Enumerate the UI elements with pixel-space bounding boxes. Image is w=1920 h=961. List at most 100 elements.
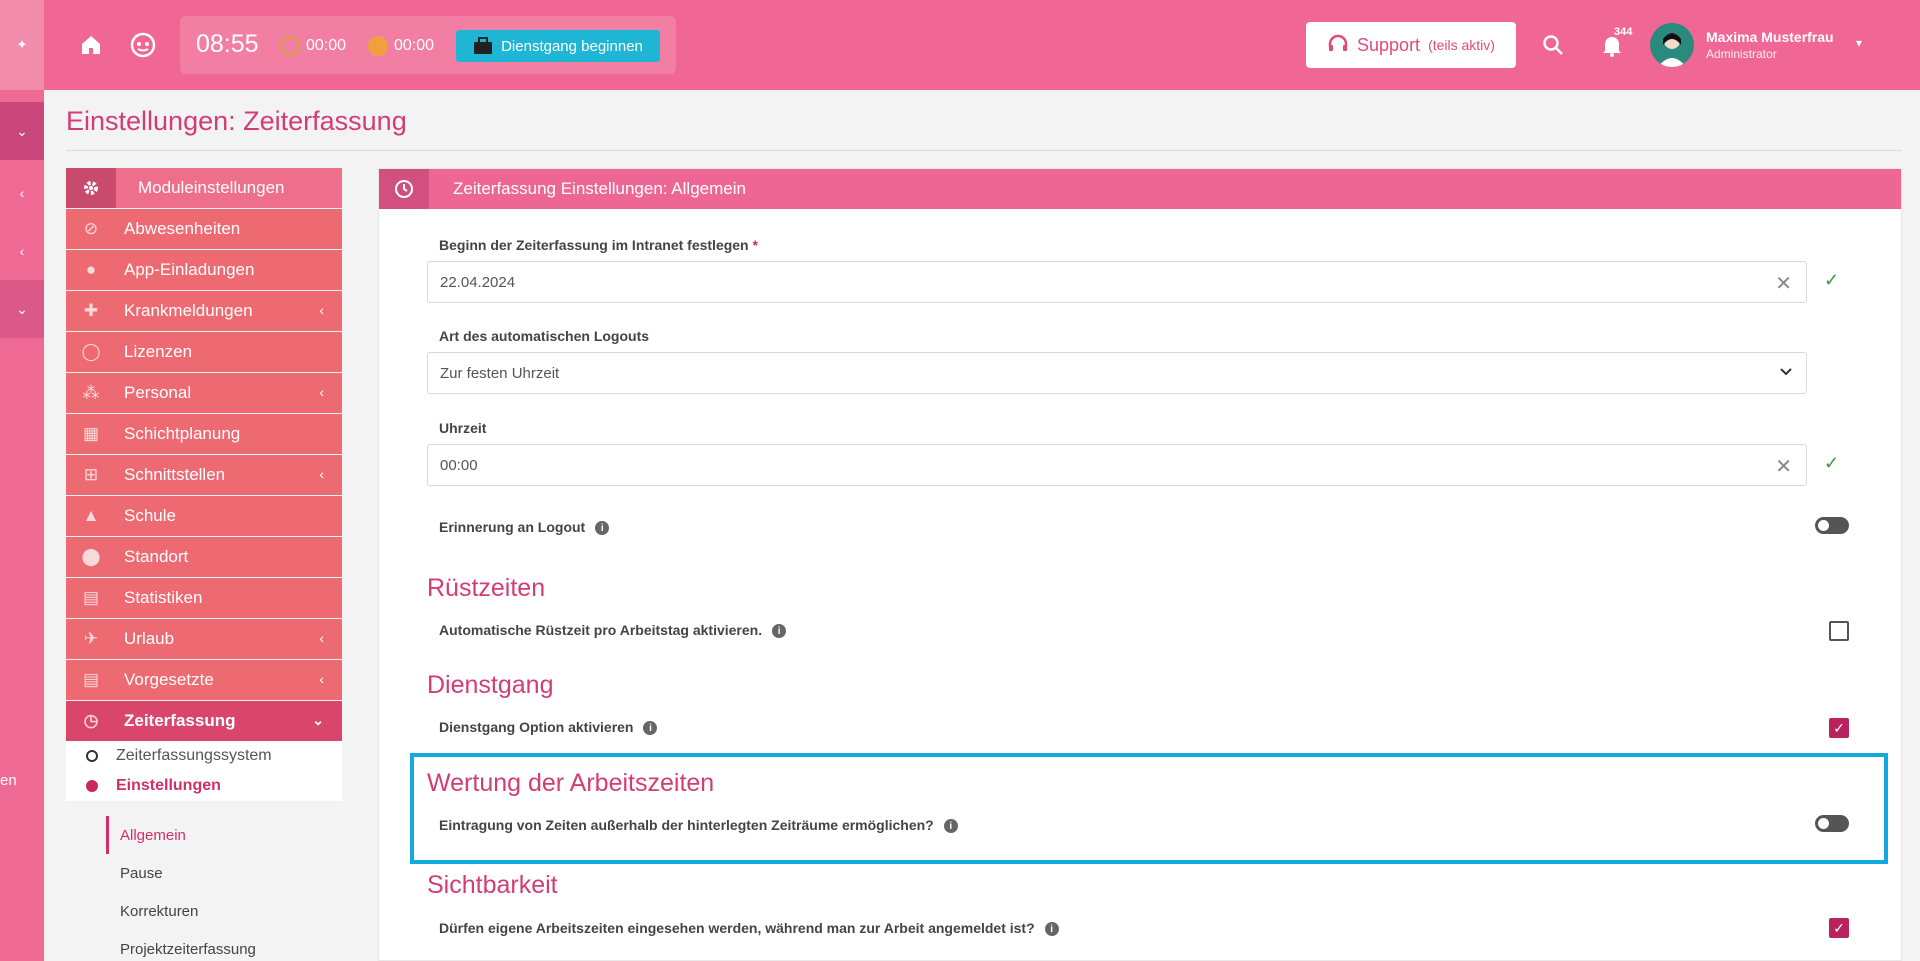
start-duty-button[interactable]: Dienstgang beginnen	[456, 30, 660, 62]
menu-item-schule[interactable]: ▲ Schule	[66, 496, 342, 536]
submenu-item-label: Einstellungen	[116, 777, 221, 794]
submenu-item-zeiterfassungssystem[interactable]: Zeiterfassungssystem	[66, 741, 342, 771]
duty-option-checkbox[interactable]: ✓	[1829, 718, 1849, 738]
logout-reminder-label: Erinnerung an Logout i	[439, 519, 610, 536]
clear-icon[interactable]: ✕	[1775, 454, 1792, 479]
person-icon: ●	[85, 260, 97, 279]
menu-item-statistiken[interactable]: ▤ Statistiken	[66, 578, 342, 618]
chevron-left-icon: ‹	[319, 384, 324, 400]
start-date-field[interactable]: 22.04.2024 ✕	[427, 261, 1807, 303]
rail-chevron-left-icon[interactable]: ‹	[0, 164, 44, 222]
logout-type-value: Zur festen Uhrzeit	[440, 364, 560, 382]
menu-item-urlaub[interactable]: ✈ Urlaub ‹	[66, 619, 342, 659]
current-time: 08:55	[196, 30, 259, 58]
pin-icon[interactable]: ✦	[0, 0, 44, 90]
pin-icon: ⬤	[81, 547, 101, 566]
menu-item-label: Zeiterfassung	[124, 711, 236, 730]
menu-item-schichtplanung[interactable]: ▦ Schichtplanung	[66, 414, 342, 454]
chevron-down-icon	[1778, 363, 1794, 383]
clear-icon[interactable]: ✕	[1775, 271, 1792, 296]
logout-type-select[interactable]: Zur festen Uhrzeit	[427, 352, 1807, 394]
rail-chevron-down-icon[interactable]: ⌄	[0, 102, 44, 160]
menu-item-schnittstellen[interactable]: ⊞ Schnittstellen ‹	[66, 455, 342, 495]
top-bar: 08:55 00:00 00:00 Dienstgang beginnen Su…	[44, 0, 1920, 90]
submenu-item-pause[interactable]: Pause	[106, 854, 342, 892]
break-timer: 00:00	[368, 36, 434, 56]
hierarchy-icon: ⊞	[83, 465, 99, 484]
time-value: 00:00	[440, 456, 478, 474]
logout-type-label: Art des automatischen Logouts	[439, 328, 650, 344]
menu-item-label: App-Einladungen	[124, 260, 255, 279]
time-field[interactable]: 00:00 ✕	[427, 444, 1807, 486]
setup-time-checkbox[interactable]	[1829, 621, 1849, 641]
avatar[interactable]	[1650, 23, 1694, 67]
page-title: Einstellungen: Zeiterfassung	[66, 106, 407, 136]
menu-item-label: Krankmeldungen	[124, 301, 253, 320]
divider	[66, 150, 1902, 151]
left-rail: ✦ ⌄ ‹ ‹ ⌄ en	[0, 0, 44, 961]
menu-item-zeiterfassung[interactable]: ◷ Zeiterfassung ⌄	[66, 701, 342, 741]
info-icon[interactable]: i	[595, 521, 610, 536]
menu-item-vorgesetzte[interactable]: ▤ Vorgesetzte ‹	[66, 660, 342, 700]
setup-time-text: Automatische Rüstzeit pro Arbeitstag akt…	[439, 622, 763, 638]
user-name[interactable]: Maxima Musterfrau	[1706, 29, 1834, 45]
work-timer: 00:00	[280, 36, 346, 56]
menu-item-krankmeldungen[interactable]: ✚ Krankmeldungen ‹	[66, 291, 342, 331]
info-icon[interactable]: i	[1044, 922, 1059, 937]
chevron-left-icon: ‹	[319, 630, 324, 646]
clock-icon	[379, 169, 429, 209]
menu-item-label: Lizenzen	[124, 342, 193, 361]
menu-item-label: Vorgesetzte	[124, 670, 214, 689]
work-timer-icon	[280, 36, 300, 56]
user-menu-caret-icon[interactable]: ▾	[1856, 36, 1862, 50]
start-date-label-text: Beginn der Zeiterfassung im Intranet fes…	[439, 237, 749, 253]
submenu-item-einstellungen[interactable]: Einstellungen	[66, 771, 342, 801]
table-icon: ▦	[82, 424, 100, 443]
visibility-label: Dürfen eigene Arbeitszeiten eingesehen w…	[439, 920, 1059, 937]
visibility-checkbox[interactable]: ✓	[1829, 918, 1849, 938]
section-ruestzeiten: Rüstzeiten	[427, 574, 546, 602]
card-title: Zeiterfassung Einstellungen: Allgemein	[453, 179, 746, 198]
support-button[interactable]: Support (teils aktiv)	[1306, 22, 1516, 68]
settings-submenu: Allgemein Pause Korrekturen Projektzeite…	[106, 816, 342, 961]
notification-badge: 344	[1614, 26, 1633, 38]
info-icon[interactable]: i	[643, 721, 658, 736]
graduation-icon: ▲	[82, 506, 100, 525]
menu-item-lizenzen[interactable]: ◯ Lizenzen	[66, 332, 342, 372]
chart-icon: ▤	[82, 588, 100, 607]
clock-icon: ◷	[83, 711, 99, 730]
menu-item-personal[interactable]: ⁂ Personal ‹	[66, 373, 342, 413]
rail-chevron-left-icon-2[interactable]: ‹	[0, 222, 44, 280]
menu-item-abwesenheiten[interactable]: ⊘ Abwesenheiten	[66, 209, 342, 249]
support-status: (teils aktiv)	[1428, 37, 1495, 53]
duty-option-label: Dienstgang Option aktivieren i	[439, 719, 658, 736]
menu-item-app-einladungen[interactable]: ● App-Einladungen	[66, 250, 342, 290]
rail-chevron-down-icon-2[interactable]: ⌄	[0, 280, 44, 338]
submenu-item-allgemein[interactable]: Allgemein	[106, 816, 342, 854]
bullet-icon	[86, 780, 98, 792]
valid-check-icon: ✓	[1824, 270, 1840, 290]
rail-text: en	[0, 772, 17, 789]
highlight-box	[410, 753, 1888, 864]
plane-icon: ✈	[83, 629, 99, 648]
headset-icon	[1328, 34, 1348, 51]
face-icon[interactable]	[128, 30, 158, 60]
module-settings-menu: Moduleinstellungen ⊘ Abwesenheiten ● App-E…	[66, 168, 342, 801]
required-marker: *	[752, 237, 758, 253]
search-icon[interactable]	[1538, 30, 1568, 60]
logout-reminder-toggle[interactable]	[1815, 517, 1849, 534]
submenu-item-label: Zeiterfassungssystem	[116, 747, 272, 764]
menu-item-label: Schule	[124, 506, 176, 525]
start-date-value: 22.04.2024	[440, 273, 516, 291]
chevron-left-icon: ‹	[319, 466, 324, 482]
menu-item-standort[interactable]: ⬤ Standort	[66, 537, 342, 577]
submenu-item-projektzeiterfassung[interactable]: Projektzeiterfassung	[106, 930, 342, 961]
logout-reminder-text: Erinnerung an Logout	[439, 519, 586, 535]
menu-item-label: Schnittstellen	[124, 465, 226, 484]
info-icon[interactable]: i	[772, 624, 787, 639]
ban-icon: ⊘	[83, 219, 99, 238]
setup-time-label: Automatische Rüstzeit pro Arbeitstag akt…	[439, 622, 787, 639]
submenu-item-korrekturen[interactable]: Korrekturen	[106, 892, 342, 930]
briefcase-icon	[474, 37, 493, 54]
home-icon[interactable]	[76, 30, 106, 60]
